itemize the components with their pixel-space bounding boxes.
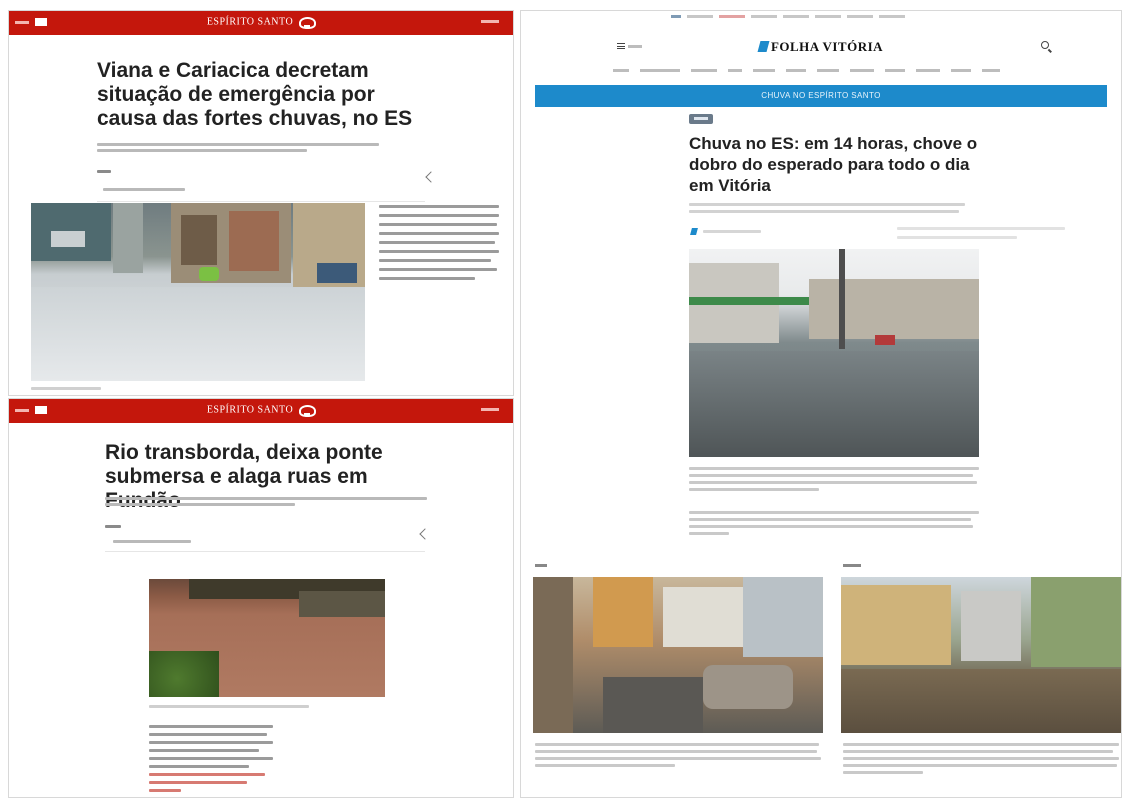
author-icon xyxy=(690,228,698,235)
top-navigation[interactable] xyxy=(671,15,905,18)
article-date xyxy=(103,188,185,191)
section-title[interactable]: ESPÍRITO SANTO xyxy=(9,404,513,417)
section-title[interactable]: ESPÍRITO SANTO xyxy=(9,16,513,29)
tv-icon xyxy=(297,16,317,29)
section-banner[interactable]: CHUVA NO ESPÍRITO SANTO xyxy=(535,85,1107,107)
search-icon[interactable] xyxy=(1041,41,1049,49)
article-title: Viana e Cariacica decretam situação de e… xyxy=(97,59,413,130)
overlay-text xyxy=(897,227,1065,230)
article-title: Chuva no ES: em 14 horas, chove o dobro … xyxy=(689,134,978,195)
share-icon[interactable] xyxy=(419,528,431,540)
header-link[interactable] xyxy=(481,407,499,413)
g1-header-bar: ESPÍRITO SANTO xyxy=(9,399,513,423)
article-subtitle xyxy=(105,497,427,500)
category-navigation[interactable] xyxy=(613,69,1000,72)
article-folha-vitoria: FOLHA VITÓRIA CHUVA NO ESPÍRITO SANTO Ch… xyxy=(520,10,1122,798)
flooded-houses-photo xyxy=(841,577,1121,733)
article-date xyxy=(113,540,191,543)
g1-header-bar: ESPÍRITO SANTO xyxy=(9,11,513,35)
article-date xyxy=(703,230,761,233)
logo-mark-icon xyxy=(757,41,770,52)
article-subtitle xyxy=(97,143,379,146)
flooded-street-photo xyxy=(31,203,365,381)
category-tag[interactable] xyxy=(689,114,713,124)
author xyxy=(105,525,121,528)
tv-icon xyxy=(297,404,317,417)
article-subtitle xyxy=(689,203,965,206)
article-fundao: ESPÍRITO SANTO Rio transborda, deixa pon… xyxy=(8,398,514,798)
share-icon[interactable] xyxy=(425,171,437,183)
photo-caption xyxy=(149,705,309,708)
author xyxy=(97,170,111,173)
article-viana-cariacica: ESPÍRITO SANTO Viana e Cariacica decreta… xyxy=(8,10,514,396)
flooded-alley-photo xyxy=(533,577,823,733)
photo-caption xyxy=(31,387,101,390)
river-flood-photo xyxy=(149,579,385,697)
site-logo[interactable]: FOLHA VITÓRIA xyxy=(521,39,1121,55)
photo-label-left xyxy=(535,563,547,569)
photo-label-right xyxy=(843,563,861,569)
flooded-street-photo xyxy=(689,249,979,457)
header-link[interactable] xyxy=(481,19,499,25)
